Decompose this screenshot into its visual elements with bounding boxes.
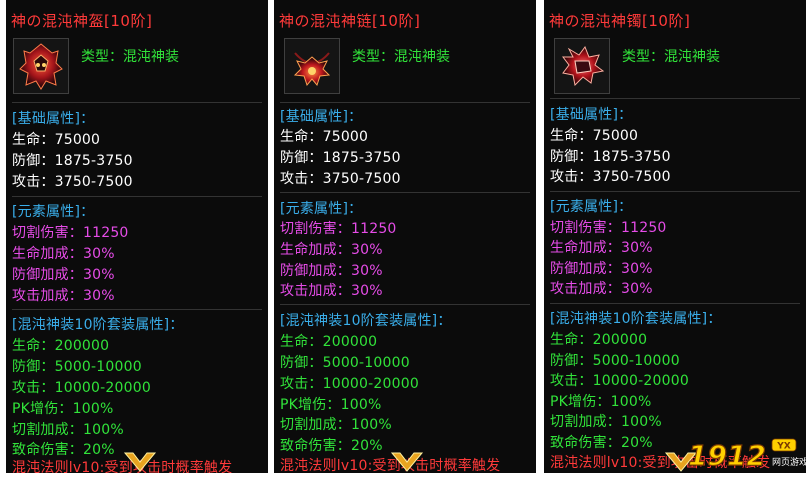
set-attr-header: [混沌神装10阶套装属性]： [12, 317, 184, 333]
watermark-badge: YX [776, 442, 791, 452]
element-attr-header: [元素属性]： [12, 204, 95, 220]
base-attr-header: [基础属性]： [12, 111, 95, 127]
stat-line: 攻击加成：30% [550, 281, 653, 297]
stat-line: 防御：5000-10000 [550, 353, 680, 369]
divider [12, 196, 262, 197]
set-attr-header: [混沌神装10阶套装属性]： [280, 313, 452, 329]
stat-line: PK增伤：100% [280, 397, 382, 413]
stat-line: 生命：200000 [280, 334, 378, 350]
item-tooltip-necklace: 神の混沌神链[10阶] 类型：混沌神装 [基础属性]： 生命：75000 防御：… [274, 0, 536, 473]
element-attr-header: [元素属性]： [550, 199, 633, 215]
necklace-icon [293, 52, 331, 87]
watermark-sub: 网页游戏 [772, 456, 806, 468]
item-icon-slot[interactable] [284, 38, 340, 94]
stat-line: 防御加成：30% [550, 261, 653, 277]
divider [280, 102, 530, 103]
item-type: 类型：混沌神装 [352, 49, 450, 65]
stat-line: 攻击：10000-20000 [550, 373, 689, 389]
item-title: 神の混沌神链[10阶] [279, 12, 421, 30]
item-icon-slot[interactable] [554, 38, 610, 94]
base-attr-header: [基础属性]： [280, 109, 363, 125]
watermark-logo-icon: 1912 YX 网页游戏 [687, 438, 806, 472]
stat-line: 切割伤害：11250 [12, 225, 129, 241]
base-attr-header: [基础属性]： [550, 107, 633, 123]
stat-line: 切割伤害：11250 [280, 221, 397, 237]
watermark-number: 1912 [688, 439, 766, 472]
divider [280, 192, 530, 193]
stat-line: 防御：1875-3750 [550, 149, 671, 165]
scroll-down-chevron-icon[interactable] [123, 451, 157, 473]
stat-line: 切割加成：100% [12, 422, 124, 438]
stat-line: 生命加成：30% [550, 240, 653, 256]
divider [550, 191, 800, 192]
item-type: 类型：混沌神装 [81, 49, 179, 65]
stat-line: 致命伤害：20% [12, 442, 115, 458]
stat-line: 生命：200000 [550, 332, 648, 348]
stat-line: 攻击：3750-7500 [280, 171, 401, 187]
item-title: 神の混沌神盔[10阶] [11, 12, 153, 30]
stat-line: 切割加成：100% [550, 414, 662, 430]
item-tooltip-bracelet: 神の混沌神镯[10阶] 类型：混沌神装 [基础属性]： 生命：75000 防御：… [544, 0, 806, 473]
stat-line: 致命伤害：20% [550, 435, 653, 451]
divider [550, 303, 800, 304]
stat-line: 攻击加成：30% [12, 288, 115, 304]
stat-line: 攻击：10000-20000 [12, 380, 151, 396]
scroll-down-chevron-icon[interactable] [390, 451, 424, 473]
item-type: 类型：混沌神装 [622, 49, 720, 65]
stat-line: 生命加成：30% [12, 246, 115, 262]
stat-line: 切割加成：100% [280, 417, 392, 433]
stat-line: 生命：75000 [12, 132, 101, 148]
stat-line: 防御：5000-10000 [12, 359, 142, 375]
stat-line: 致命伤害：20% [280, 438, 383, 454]
divider [12, 309, 262, 310]
helmet-icon [19, 43, 63, 90]
set-attr-header: [混沌神装10阶套装属性]： [550, 311, 722, 327]
stat-line: 生命：75000 [280, 129, 369, 145]
stat-line: PK增伤：100% [12, 401, 114, 417]
item-title: 神の混沌神镯[10阶] [549, 12, 691, 30]
stat-line: 防御加成：30% [280, 263, 383, 279]
stat-line: 防御：1875-3750 [12, 153, 133, 169]
divider [280, 304, 530, 305]
bracelet-icon [562, 45, 605, 87]
stat-line: 攻击：3750-7500 [12, 174, 133, 190]
stat-line: 攻击：3750-7500 [550, 169, 671, 185]
divider [12, 102, 262, 103]
stat-line: 攻击加成：30% [280, 283, 383, 299]
divider [550, 98, 800, 99]
item-tooltip-helmet: 神の混沌神盔[10阶] 类型：混沌神装 [基础属性]： 生命：75000 防御：… [6, 0, 268, 473]
element-attr-header: [元素属性]： [280, 201, 363, 217]
site-watermark-logo: 1912 YX 网页游戏 [686, 433, 806, 473]
item-icon-slot[interactable] [13, 38, 69, 94]
stat-line: 防御：5000-10000 [280, 355, 410, 371]
stat-line: 防御加成：30% [12, 267, 115, 283]
stat-line: 生命：200000 [12, 338, 110, 354]
stat-line: 生命加成：30% [280, 242, 383, 258]
stat-line: 攻击：10000-20000 [280, 376, 419, 392]
stat-line: 防御：1875-3750 [280, 150, 401, 166]
stat-line: 生命：75000 [550, 128, 639, 144]
stat-line: 切割伤害：11250 [550, 220, 667, 236]
stat-line: PK增伤：100% [550, 394, 652, 410]
